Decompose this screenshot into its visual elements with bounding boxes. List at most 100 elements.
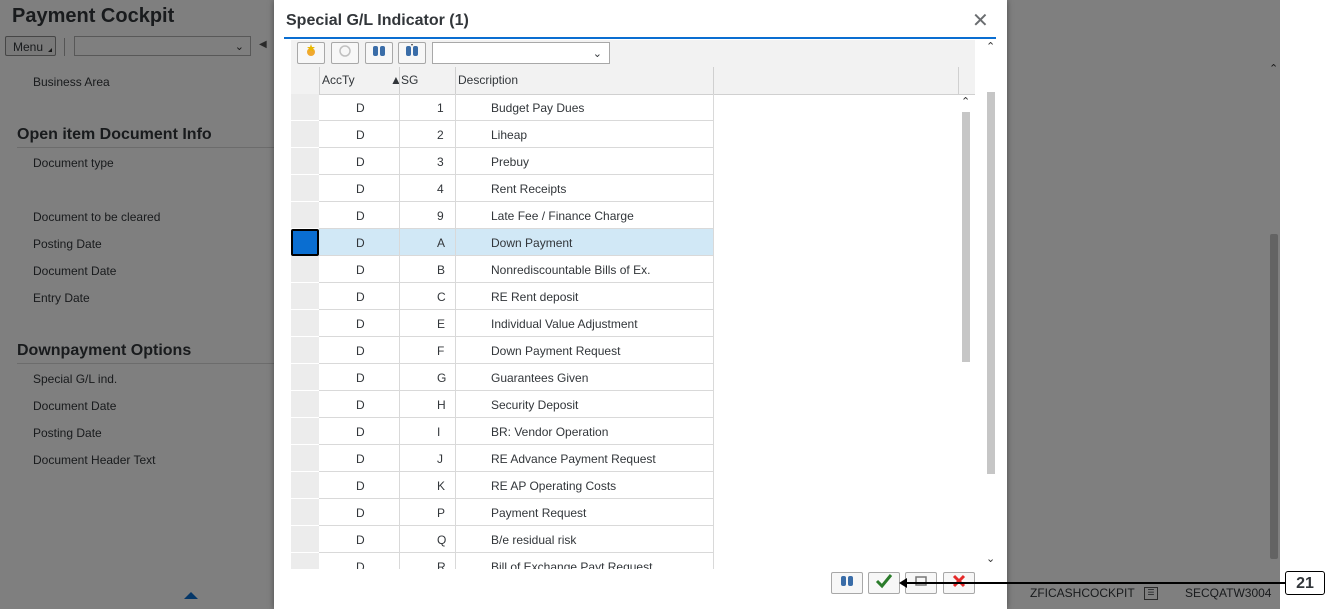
row-cells[interactable]: D I BR: Vendor Operation xyxy=(319,418,713,445)
cell-description: RE AP Operating Costs xyxy=(491,479,617,493)
annotation-arrowhead xyxy=(899,578,907,588)
column-gridline xyxy=(455,94,456,569)
table-row[interactable]: D B Nonrediscountable Bills of Ex. xyxy=(291,256,975,283)
table-row[interactable]: D K RE AP Operating Costs xyxy=(291,472,975,499)
row-cells[interactable]: D R Bill of Exchange Payt Request xyxy=(319,553,713,569)
row-selector[interactable] xyxy=(291,310,319,337)
dialog-scrollbar[interactable]: ⌃ ⌄ xyxy=(984,40,998,569)
row-cells[interactable]: D F Down Payment Request xyxy=(319,337,713,364)
table-row[interactable]: D G Guarantees Given xyxy=(291,364,975,391)
select-add-icon[interactable] xyxy=(297,42,325,64)
row-selector[interactable] xyxy=(291,526,319,553)
row-cells[interactable]: D Q B/e residual risk xyxy=(319,526,713,553)
dialog-title: Special G/L Indicator (1) xyxy=(286,12,469,29)
grid-scrollbar[interactable]: ⌃ xyxy=(960,95,972,565)
row-cells[interactable]: D 4 Rent Receipts xyxy=(319,175,713,202)
cell-sg: 1 xyxy=(437,101,444,115)
column-separator xyxy=(958,67,959,94)
table-row[interactable]: D I BR: Vendor Operation xyxy=(291,418,975,445)
table-row[interactable]: D A Down Payment xyxy=(291,229,975,256)
annotation-label: 21 xyxy=(1285,571,1325,595)
cell-description: Late Fee / Finance Charge xyxy=(491,209,634,223)
cell-sg: 9 xyxy=(437,209,444,223)
cell-accty: D xyxy=(356,209,365,223)
confirm-button[interactable] xyxy=(868,572,900,594)
cell-description: Prebuy xyxy=(491,155,530,169)
cell-accty: D xyxy=(356,317,365,331)
row-selector[interactable] xyxy=(291,391,319,418)
row-cells[interactable]: D J RE Advance Payment Request xyxy=(319,445,713,472)
close-icon[interactable]: ✕ xyxy=(972,10,989,32)
column-header-sg[interactable]: SG xyxy=(401,73,418,87)
cell-sg: E xyxy=(437,317,446,331)
value-help-grid: ⌄ AccTy ▲ SG Description D 1 Budget Pay Du… xyxy=(291,40,975,569)
cancel-icon xyxy=(952,574,966,588)
cell-sg: 4 xyxy=(437,182,444,196)
table-row[interactable]: D C RE Rent deposit xyxy=(291,283,975,310)
cell-sg: P xyxy=(437,506,446,520)
grid-header: AccTy ▲ SG Description xyxy=(291,67,975,95)
chevron-up-icon[interactable]: ⌃ xyxy=(986,40,995,53)
table-row[interactable]: D 4 Rent Receipts xyxy=(291,175,975,202)
table-row[interactable]: D 3 Prebuy xyxy=(291,148,975,175)
table-row[interactable]: D J RE Advance Payment Request xyxy=(291,445,975,472)
cell-accty: D xyxy=(356,155,365,169)
grid-layout-select[interactable]: ⌄ xyxy=(432,42,610,64)
help-icon[interactable] xyxy=(331,42,359,64)
row-selector[interactable] xyxy=(291,175,319,202)
row-selector[interactable] xyxy=(291,283,319,310)
chevron-up-icon[interactable]: ⌃ xyxy=(961,95,970,108)
row-selector[interactable] xyxy=(291,202,319,229)
table-row[interactable]: D 1 Budget Pay Dues xyxy=(291,94,975,121)
table-row[interactable]: D F Down Payment Request xyxy=(291,337,975,364)
table-row[interactable]: D R Bill of Exchange Payt Request xyxy=(291,553,975,569)
table-row[interactable]: D 2 Liheap xyxy=(291,121,975,148)
row-cells[interactable]: D B Nonrediscountable Bills of Ex. xyxy=(319,256,713,283)
row-selector[interactable] xyxy=(291,472,319,499)
column-header-accty[interactable]: AccTy xyxy=(322,73,355,87)
row-cells[interactable]: D 1 Budget Pay Dues xyxy=(319,94,713,121)
table-row[interactable]: D E Individual Value Adjustment xyxy=(291,310,975,337)
scrollbar-thumb[interactable] xyxy=(962,112,970,362)
row-selector[interactable] xyxy=(291,148,319,175)
column-separator xyxy=(713,67,714,94)
table-row[interactable]: D Q B/e residual risk xyxy=(291,526,975,553)
chevron-down-icon[interactable]: ⌄ xyxy=(986,552,995,565)
find-next-icon[interactable] xyxy=(398,42,426,64)
row-selector[interactable] xyxy=(291,121,319,148)
row-cells[interactable]: D 3 Prebuy xyxy=(319,148,713,175)
row-cells[interactable]: D H Security Deposit xyxy=(319,391,713,418)
table-row[interactable]: D 9 Late Fee / Finance Charge xyxy=(291,202,975,229)
row-selector[interactable] xyxy=(291,337,319,364)
row-selector[interactable] xyxy=(291,553,319,569)
cell-accty: D xyxy=(356,128,365,142)
cell-accty: D xyxy=(356,452,365,466)
row-cells[interactable]: D C RE Rent deposit xyxy=(319,283,713,310)
row-cells[interactable]: D P Payment Request xyxy=(319,499,713,526)
find-button[interactable] xyxy=(831,572,863,594)
table-row[interactable]: D P Payment Request xyxy=(291,499,975,526)
find-icon xyxy=(841,576,853,586)
column-header-description[interactable]: Description xyxy=(458,73,518,87)
row-selector[interactable] xyxy=(291,229,319,256)
cell-description: Payment Request xyxy=(491,506,587,520)
cell-description: B/e residual risk xyxy=(491,533,577,547)
row-cells[interactable]: D 9 Late Fee / Finance Charge xyxy=(319,202,713,229)
cell-accty: D xyxy=(356,182,365,196)
table-row[interactable]: D H Security Deposit xyxy=(291,391,975,418)
row-cells[interactable]: D 2 Liheap xyxy=(319,121,713,148)
scrollbar-thumb[interactable] xyxy=(987,92,995,474)
row-selector[interactable] xyxy=(291,256,319,283)
row-selector[interactable] xyxy=(291,499,319,526)
cell-sg: I xyxy=(437,425,441,439)
row-cells[interactable]: D K RE AP Operating Costs xyxy=(319,472,713,499)
row-selector[interactable] xyxy=(291,364,319,391)
row-cells[interactable]: D E Individual Value Adjustment xyxy=(319,310,713,337)
row-selector[interactable] xyxy=(291,445,319,472)
find-icon[interactable] xyxy=(365,42,393,64)
row-selector[interactable] xyxy=(291,94,319,121)
row-cells[interactable]: D A Down Payment xyxy=(319,229,713,256)
row-selector[interactable] xyxy=(291,418,319,445)
cell-description: Nonrediscountable Bills of Ex. xyxy=(491,263,651,277)
row-cells[interactable]: D G Guarantees Given xyxy=(319,364,713,391)
